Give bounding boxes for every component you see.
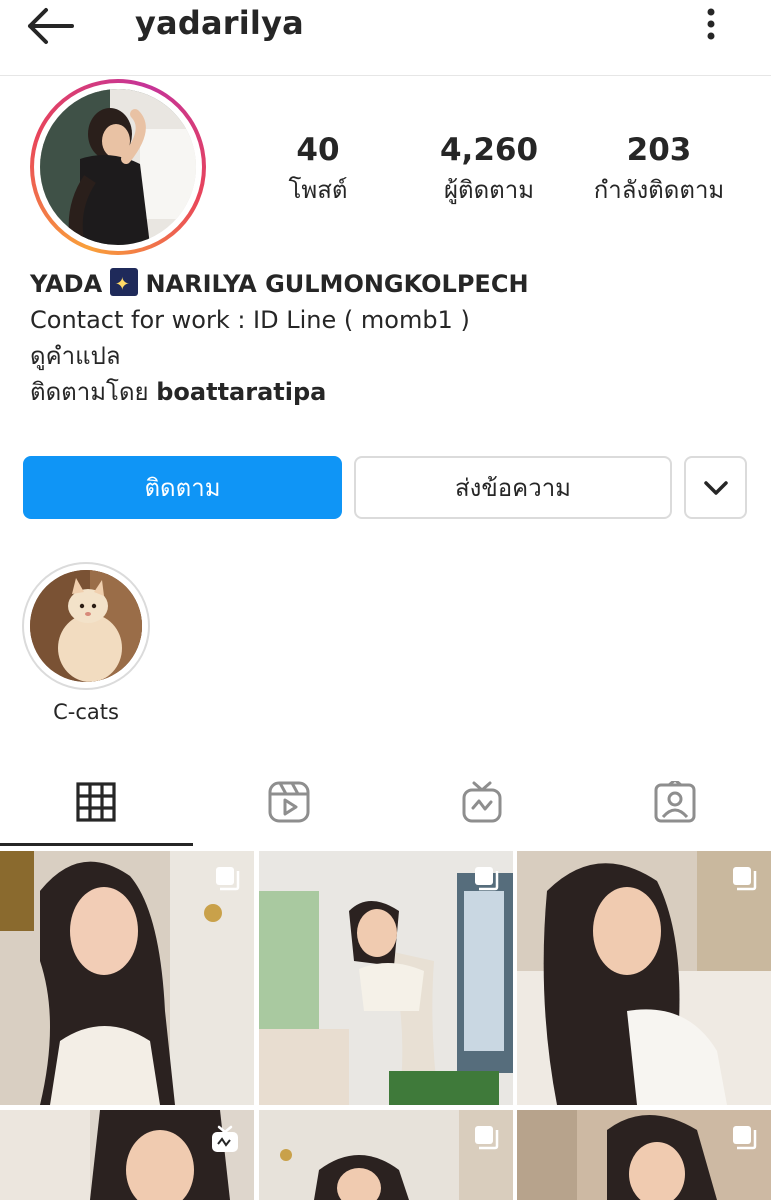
profile-username: yadarilya [135,4,304,42]
carousel-icon [214,865,240,895]
see-translation-link[interactable]: ดูคำแปล [30,338,750,374]
suggested-accounts-button[interactable] [684,456,747,519]
stat-followers[interactable]: 4,260 ผู้ติดตาม [428,128,550,208]
followed-by-line[interactable]: ติดตามโดย boattaratipa [30,374,750,410]
back-arrow-icon[interactable] [26,6,78,46]
post-thumbnail[interactable] [517,1110,771,1200]
stat-following-value: 203 [626,132,692,168]
more-vertical-icon[interactable] [696,4,726,44]
highlight-cover-image [30,570,142,682]
post-thumbnail[interactable] [517,851,771,1105]
igtv-icon [210,1124,240,1158]
stat-followers-label: ผู้ติดตาม [443,176,535,204]
post-thumbnail[interactable] [0,1110,254,1200]
profile-bio: YADA NARILYA GULMONGKOLPECH Contact for … [30,266,750,410]
reels-icon [268,781,310,827]
carousel-icon [473,865,499,895]
igtv-icon [461,780,503,828]
stat-posts-value: 40 [296,132,340,168]
post-thumbnail[interactable] [0,851,254,1105]
tab-igtv[interactable] [386,762,578,846]
top-bar: yadarilya [0,0,771,76]
highlight-c-cats[interactable] [22,562,150,690]
profile-avatar[interactable] [40,89,196,245]
tab-tagged[interactable] [579,762,771,846]
tagged-icon [654,778,696,827]
stat-following[interactable]: 203 กำลังติดตาม [586,128,732,208]
profile-tabs [0,762,771,846]
post-thumbnail[interactable] [259,1110,513,1200]
tab-posts-grid[interactable] [0,762,192,846]
profile-avatar-story-ring[interactable] [30,79,206,255]
carousel-icon [473,1124,499,1154]
carousel-icon [731,1124,757,1154]
follow-button[interactable]: ติดตาม [23,456,342,519]
message-button[interactable]: ส่งข้อความ [354,456,672,519]
stat-followers-value: 4,260 [439,132,539,168]
stat-posts-label: โพสต์ [288,176,348,204]
stat-following-label: กำลังติดตาม [593,176,725,204]
active-tab-indicator [0,843,193,846]
post-thumbnail[interactable] [259,851,513,1105]
profile-full-name: YADA NARILYA GULMONGKOLPECH [30,266,750,303]
bio-contact-line: Contact for work : ID Line ( momb1 ) [30,306,470,334]
chevron-down-icon [703,474,729,502]
carousel-icon [731,865,757,895]
followed-by-prefix: ติดตามโดย [30,378,149,406]
grid-icon [76,782,116,826]
tab-reels[interactable] [193,762,385,846]
followed-by-user[interactable]: boattaratipa [156,378,326,406]
full-name-last: NARILYA GULMONGKOLPECH [145,270,529,298]
highlight-label: C-cats [53,700,119,724]
stat-posts[interactable]: 40 โพสต์ [266,128,370,208]
full-name-first: YADA [30,270,103,298]
sparkler-emoji-icon [109,267,138,303]
